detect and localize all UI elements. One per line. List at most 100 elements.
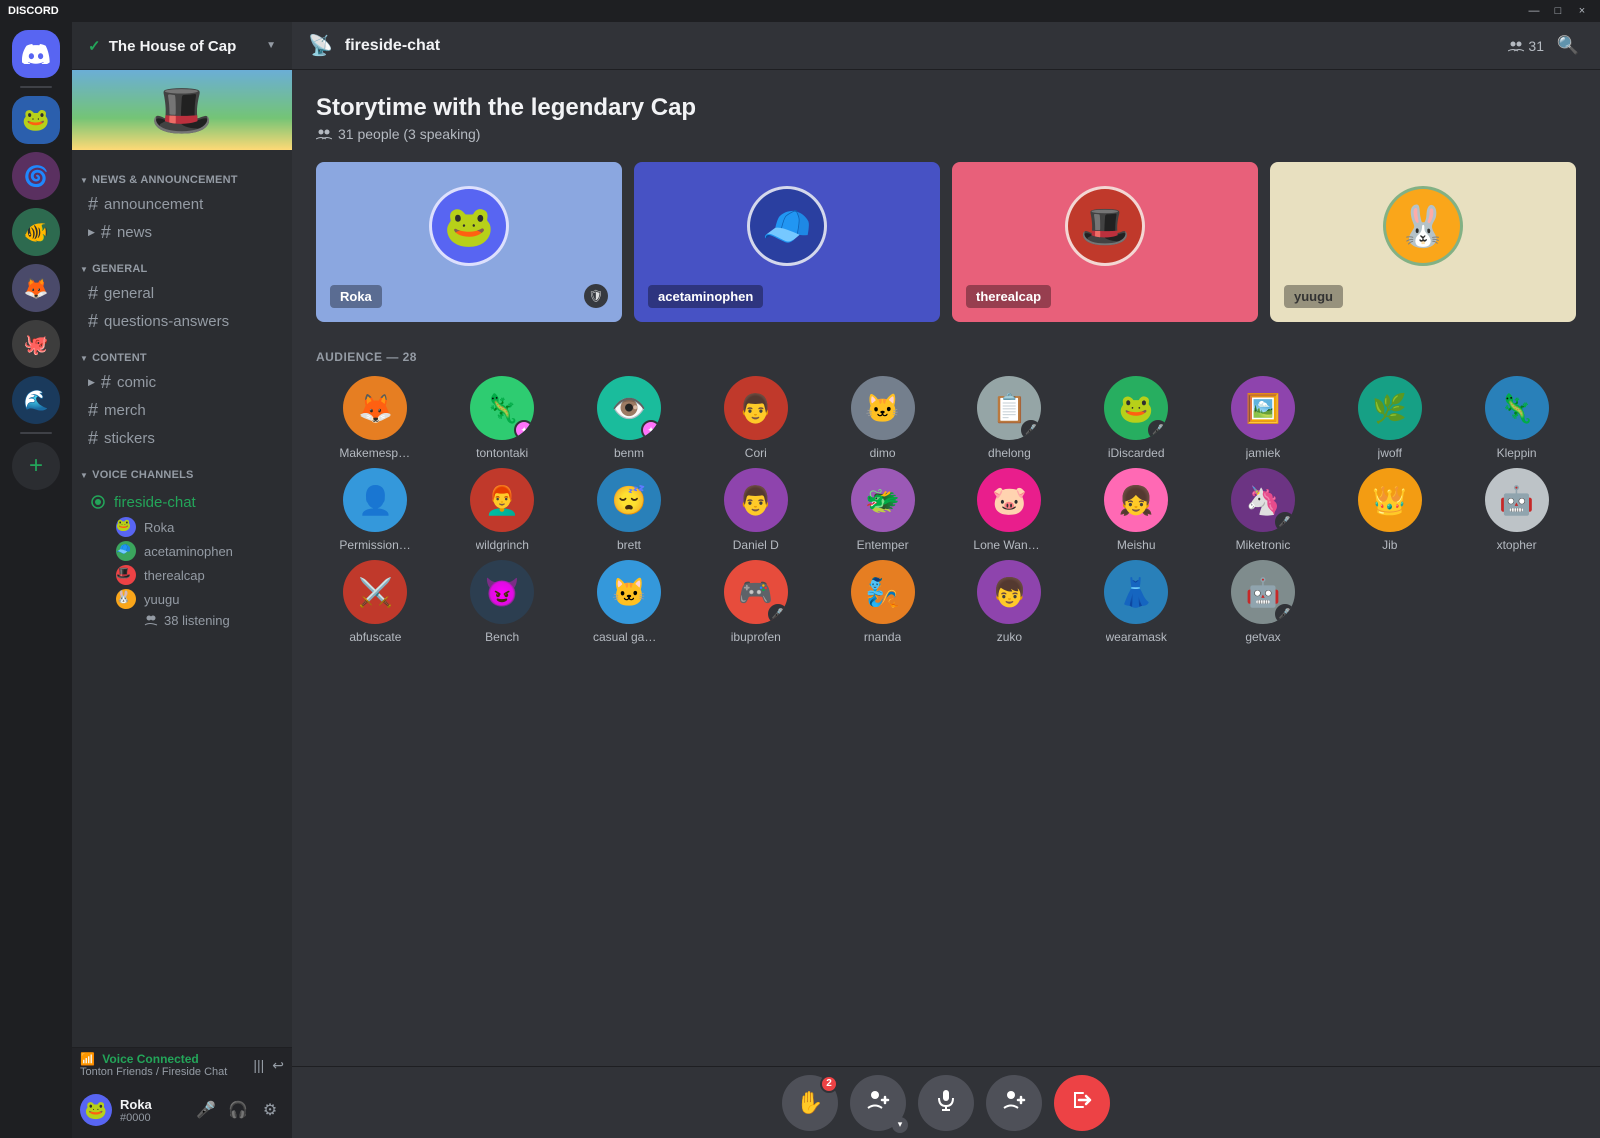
voice-connected-info: 📶 Voice Connected Tonton Friends / Fires…: [80, 1052, 227, 1078]
channel-name: announcement: [104, 196, 203, 213]
audience-member-bench[interactable]: 😈 Bench: [443, 560, 562, 644]
category-news[interactable]: ▼ NEWS & ANNOUNCEMENT: [72, 158, 292, 190]
maximize-btn[interactable]: □: [1548, 5, 1568, 17]
speaker-card-therealcap[interactable]: 🎩 therealcap: [952, 162, 1258, 322]
audience-member-tontontaki[interactable]: 🦎 ✦ tontontaki: [443, 376, 562, 460]
username: Roka: [120, 1097, 184, 1112]
add-member-button[interactable]: [986, 1075, 1042, 1131]
settings-button[interactable]: ⚙: [256, 1096, 284, 1124]
audience-member-jamiek[interactable]: 🖼️ jamiek: [1204, 376, 1323, 460]
speaker-card-acetaminophen[interactable]: 🧢 acetaminophen: [634, 162, 940, 322]
audience-member-cori[interactable]: 👨 Cori: [696, 376, 815, 460]
audience-member-wildgrinch[interactable]: 👨‍🦰 wildgrinch: [443, 468, 562, 552]
raise-hand-button[interactable]: ✋ 2: [782, 1075, 838, 1131]
member-name: yuugu: [144, 592, 179, 607]
audience-avatar: 😈: [470, 560, 534, 624]
audience-member-idiscarded[interactable]: 🐸 🎤 iDiscarded: [1077, 376, 1196, 460]
channel-announcement[interactable]: # announcement: [80, 191, 284, 218]
audience-member-rnanda[interactable]: 🧞 rnanda: [823, 560, 942, 644]
audience-member-casual-gamer[interactable]: 🐱 casual gamer: [570, 560, 689, 644]
audience-avatar: 🤖 🎤: [1231, 560, 1295, 624]
audience-member-getvax[interactable]: 🤖 🎤 getvax: [1204, 560, 1323, 644]
audience-member-abfuscate[interactable]: ⚔️ abfuscate: [316, 560, 435, 644]
audience-grid: 🦊 Makemespeakrr 🦎 ✦ tontontaki 👁️ ✦ ben: [316, 376, 1576, 644]
deafen-button[interactable]: 🎧: [224, 1096, 252, 1124]
audience-member-kleppin[interactable]: 🦎 Kleppin: [1457, 376, 1576, 460]
server-icon-5[interactable]: 🐙: [12, 320, 60, 368]
minimize-btn[interactable]: —: [1524, 5, 1544, 17]
audience-member-dhelong[interactable]: 📋 🎤 dhelong: [950, 376, 1069, 460]
audience-member-dimo[interactable]: 🐱 dimo: [823, 376, 942, 460]
voice-settings-icon[interactable]: |||: [253, 1057, 264, 1074]
server-icon-discord[interactable]: [12, 30, 60, 78]
audience-member-zuko[interactable]: 👦 zuko: [950, 560, 1069, 644]
voice-controls[interactable]: ||| ↩: [253, 1057, 284, 1074]
audience-member-meishu[interactable]: 👧 Meishu: [1077, 468, 1196, 552]
channel-header: 📡 fireside-chat 31 🔍: [292, 22, 1600, 70]
channel-general[interactable]: # general: [80, 280, 284, 307]
audience-avatar: 🐱: [597, 560, 661, 624]
channels-scroll: ▼ NEWS & ANNOUNCEMENT # announcement ▶ #…: [72, 150, 292, 1047]
audience-member-benm[interactable]: 👁️ ✦ benm: [570, 376, 689, 460]
audience-member-brett[interactable]: 😴 brett: [570, 468, 689, 552]
audience-member-ibuprofen[interactable]: 🎮 🎤 ibuprofen: [696, 560, 815, 644]
audience-avatar: ⚔️: [343, 560, 407, 624]
hash-icon: #: [101, 222, 111, 243]
channel-merch[interactable]: # merch: [80, 397, 284, 424]
mute-button[interactable]: [918, 1075, 974, 1131]
server-icon-6[interactable]: 🌊: [12, 376, 60, 424]
stage-toolbar: ✋ 2 ▾: [292, 1066, 1600, 1138]
audience-member-xtopher[interactable]: 🤖 xtopher: [1457, 468, 1576, 552]
microphone-icon: [934, 1088, 958, 1118]
audience-member-makemespeakrr[interactable]: 🦊 Makemespeakrr: [316, 376, 435, 460]
audience-name: brett: [617, 538, 641, 552]
speaker-avatar-yuugu: 🐰: [1383, 186, 1463, 266]
audience-member-permission-man[interactable]: 👤 Permission Man: [316, 468, 435, 552]
voice-member-roka: 🐸 Roka: [116, 515, 276, 539]
audience-name: Permission Man: [339, 538, 411, 552]
title-bar-controls[interactable]: — □ ×: [1524, 5, 1592, 17]
server-icon-1[interactable]: 🐸: [12, 96, 60, 144]
category-voice[interactable]: ▼ VOICE CHANNELS: [72, 453, 292, 485]
speaker-card-roka[interactable]: 🐸 Roka 🛡: [316, 162, 622, 322]
server-header[interactable]: ✓ The House of Cap ▼: [72, 22, 292, 70]
server-icon-3[interactable]: 🐠: [12, 208, 60, 256]
audience-member-wearamask[interactable]: 👗 wearamask: [1077, 560, 1196, 644]
server-banner: 🎩: [72, 70, 292, 150]
audience-member-jwoff[interactable]: 🌿 jwoff: [1330, 376, 1449, 460]
audience-member-lone-wanderer[interactable]: 🐷 Lone Wanderer: [950, 468, 1069, 552]
close-btn[interactable]: ×: [1572, 5, 1592, 17]
audience-member-miketronic[interactable]: 🦄 🎤 Miketronic: [1204, 468, 1323, 552]
audience-avatar: 👨: [724, 376, 788, 440]
leave-button[interactable]: [1054, 1075, 1110, 1131]
speakers-grid: 🐸 Roka 🛡 🧢 acetaminophen 🎩: [316, 162, 1576, 322]
voice-channel-fireside[interactable]: fireside-chat 🐸 Roka 🧢 acetaminophen: [80, 486, 284, 633]
user-controls[interactable]: 🎤 🎧 ⚙: [192, 1096, 284, 1124]
member-avatar: 🐰: [116, 589, 136, 609]
audience-name: Jib: [1382, 538, 1397, 552]
channel-stickers[interactable]: # stickers: [80, 425, 284, 452]
add-server-button[interactable]: +: [12, 442, 60, 490]
audience-avatar: 👗: [1104, 560, 1168, 624]
audience-member-daniel-d[interactable]: 👨 Daniel D: [696, 468, 815, 552]
audience-member-entemper[interactable]: 🐲 Entemper: [823, 468, 942, 552]
invite-button[interactable]: ▾: [850, 1075, 906, 1131]
channel-header-right: 31 🔍: [1508, 30, 1584, 62]
channel-news[interactable]: ▶ # news: [80, 219, 284, 246]
audience-avatar: 🎮 🎤: [724, 560, 788, 624]
invite-chevron-icon: ▾: [892, 1117, 908, 1133]
voice-disconnect-icon[interactable]: ↩: [272, 1057, 284, 1074]
channel-comic[interactable]: ▶ # comic: [80, 369, 284, 396]
search-button[interactable]: 🔍: [1552, 30, 1584, 62]
member-avatar: 🐸: [116, 517, 136, 537]
speaker-card-yuugu[interactable]: 🐰 yuugu: [1270, 162, 1576, 322]
category-general[interactable]: ▼ GENERAL: [72, 247, 292, 279]
server-icon-4[interactable]: 🦊: [12, 264, 60, 312]
category-content[interactable]: ▼ CONTENT: [72, 336, 292, 368]
channel-questions[interactable]: # questions-answers: [80, 308, 284, 335]
collapsed-arrow-icon: ▶: [88, 377, 95, 388]
mute-button[interactable]: 🎤: [192, 1096, 220, 1124]
audience-avatar: 🐱: [851, 376, 915, 440]
audience-member-jib[interactable]: 👑 Jib: [1330, 468, 1449, 552]
server-icon-2[interactable]: 🌀: [12, 152, 60, 200]
